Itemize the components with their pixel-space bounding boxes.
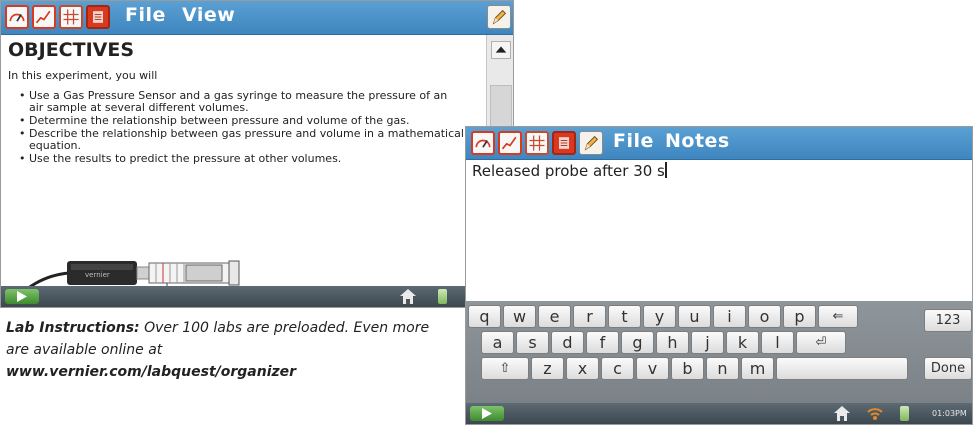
objectives-heading: OBJECTIVES (8, 39, 135, 61)
key-k[interactable]: k (726, 331, 759, 354)
wifi-icon (867, 408, 883, 420)
key-b[interactable]: b (671, 357, 704, 380)
key-z[interactable]: z (531, 357, 564, 380)
enter-key[interactable]: ⏎ (796, 331, 846, 354)
space-key[interactable] (776, 357, 908, 380)
key-g[interactable]: g (621, 331, 654, 354)
lab-instructions-screen: File View OBJECTIVES In this experiment,… (0, 0, 514, 308)
file-menu[interactable]: File (125, 4, 166, 26)
view-menu[interactable]: View (182, 4, 235, 26)
key-u[interactable]: u (678, 305, 711, 328)
key-f[interactable]: f (586, 331, 619, 354)
clock: 01:03PM (932, 409, 967, 418)
title-bar: File Notes (466, 127, 972, 160)
list-item: Determine the relationship between press… (19, 115, 465, 128)
title-bar: File View (1, 1, 513, 35)
key-w[interactable]: w (503, 305, 536, 328)
key-j[interactable]: j (691, 331, 724, 354)
key-a[interactable]: a (481, 331, 514, 354)
caption-url: www.vernier.com/labquest/organizer (6, 364, 297, 380)
key-v[interactable]: v (636, 357, 669, 380)
status-bar: 01:03PM (466, 403, 972, 424)
meter-tab-icon[interactable] (5, 5, 29, 29)
meter-tab-icon[interactable] (471, 131, 495, 155)
objectives-list: Use a Gas Pressure Sensor and a gas syri… (19, 90, 465, 166)
battery-icon (438, 289, 447, 304)
objectives-intro: In this experiment, you will (8, 69, 158, 82)
pencil-icon[interactable] (487, 5, 511, 29)
lab-notes-screen: File Notes Released probe after 30 s q w… (465, 126, 973, 425)
key-c[interactable]: c (601, 357, 634, 380)
key-p[interactable]: p (783, 305, 816, 328)
list-item: Use a Gas Pressure Sensor and a gas syri… (19, 90, 465, 114)
caption-lead: Lab Instructions: (6, 320, 140, 336)
notebook-tab-icon[interactable] (552, 131, 576, 155)
collect-button[interactable] (470, 406, 504, 421)
key-y[interactable]: y (643, 305, 676, 328)
text-caret (664, 162, 667, 178)
backspace-key[interactable]: ⇐ (818, 305, 858, 328)
numeric-keyboard-button[interactable]: 123 (924, 309, 972, 332)
play-icon (482, 408, 492, 419)
collect-button[interactable] (5, 289, 39, 304)
graph-tab-icon[interactable] (32, 5, 56, 29)
key-o[interactable]: o (748, 305, 781, 328)
file-menu[interactable]: File (613, 130, 654, 152)
key-s[interactable]: s (516, 331, 549, 354)
key-m[interactable]: m (741, 357, 774, 380)
done-button[interactable]: Done (924, 357, 972, 380)
key-l[interactable]: l (761, 331, 794, 354)
pencil-icon[interactable] (579, 131, 603, 155)
key-h[interactable]: h (656, 331, 689, 354)
table-tab-icon[interactable] (59, 5, 83, 29)
key-d[interactable]: d (551, 331, 584, 354)
list-item: Use the results to predict the pressure … (19, 153, 465, 166)
play-icon (17, 291, 27, 302)
key-i[interactable]: i (713, 305, 746, 328)
notes-menu[interactable]: Notes (665, 130, 730, 152)
key-t[interactable]: t (608, 305, 641, 328)
shift-key[interactable]: ⇧ (481, 357, 529, 380)
key-x[interactable]: x (566, 357, 599, 380)
list-item: Describe the relationship between gas pr… (19, 128, 465, 152)
instructions-content: OBJECTIVES In this experiment, you will … (1, 35, 485, 307)
sensor-brand-label: vernier (85, 271, 110, 279)
caption: Lab Instructions: Over 100 labs are prel… (6, 317, 456, 383)
arrow-up-icon (495, 46, 507, 53)
key-q[interactable]: q (468, 305, 501, 328)
graph-tab-icon[interactable] (498, 131, 522, 155)
home-icon[interactable] (833, 405, 851, 422)
table-tab-icon[interactable] (525, 131, 549, 155)
battery-icon (900, 406, 909, 421)
home-icon[interactable] (399, 288, 417, 305)
notebook-tab-icon[interactable] (86, 5, 110, 29)
key-n[interactable]: n (706, 357, 739, 380)
note-text: Released probe after 30 s (472, 162, 665, 180)
scroll-up-button[interactable] (491, 41, 511, 59)
key-r[interactable]: r (573, 305, 606, 328)
on-screen-keyboard: q w e r t y u i o p ⇐ a s d f g h j k l … (466, 301, 972, 405)
notes-text-area[interactable]: Released probe after 30 s (466, 160, 972, 300)
key-e[interactable]: e (538, 305, 571, 328)
status-bar (1, 286, 513, 307)
